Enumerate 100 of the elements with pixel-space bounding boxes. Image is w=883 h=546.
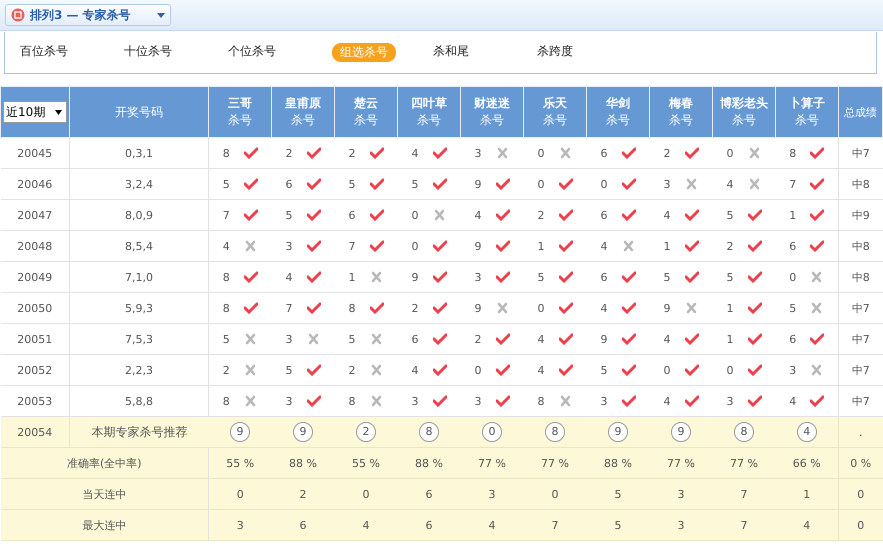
page-title: 排列3 — 专家杀号 xyxy=(30,6,131,24)
kill-number: 6 xyxy=(348,208,356,222)
stat-value: 77 % xyxy=(730,456,758,470)
row-label: 本期专家杀号推荐 xyxy=(91,424,188,438)
kill-number: 9 xyxy=(600,332,608,346)
total-score: 中7 xyxy=(852,394,870,408)
recommended-number: 2 xyxy=(356,422,376,442)
kill-number: 4 xyxy=(538,364,544,376)
kill-number: 6 xyxy=(789,332,796,346)
expert-name: 财迷迷 xyxy=(473,95,511,112)
kill-number: 5 xyxy=(348,178,356,190)
expert-name: 华剑 xyxy=(605,95,631,112)
expert-name: 楚云 xyxy=(353,95,379,112)
stat-value: 6 xyxy=(426,488,432,500)
kill-number: 0 xyxy=(474,364,482,376)
stat-value: 0 xyxy=(236,488,244,500)
kill-number: 4 xyxy=(664,332,670,346)
column-header: 总成绩 xyxy=(844,106,877,118)
kill-number: 8 xyxy=(348,302,356,314)
kill-number: 0 xyxy=(726,364,734,376)
column-subheader: 杀号 xyxy=(227,112,253,129)
kill-number: 0 xyxy=(538,302,544,314)
recommended-number: 8 xyxy=(545,422,565,442)
kill-number: 3 xyxy=(600,394,608,408)
column-subheader: 杀号 xyxy=(416,112,442,129)
period-cell: 20054 xyxy=(17,426,52,438)
title-dropdown[interactable]: 排列3 — 专家杀号 xyxy=(5,4,171,26)
kill-number: 7 xyxy=(348,240,356,252)
kill-number: 5 xyxy=(726,270,734,284)
kill-number: 8 xyxy=(222,270,230,284)
kill-number: 2 xyxy=(348,364,356,376)
stat-value: 1 xyxy=(803,488,810,500)
column-subheader: 杀号 xyxy=(794,112,820,129)
kill-number: 5 xyxy=(348,332,356,346)
kill-number: 5 xyxy=(412,178,418,190)
kill-number: 2 xyxy=(664,146,670,160)
draw-number: 2,2,3 xyxy=(125,364,153,376)
total-score: 中9 xyxy=(852,208,870,222)
kill-number: 5 xyxy=(600,364,608,376)
kill-number: 3 xyxy=(286,394,292,408)
kill-number: 5 xyxy=(726,208,734,222)
stat-value: 0 xyxy=(362,488,370,500)
kill-number: 4 xyxy=(474,208,482,222)
kill-number: 4 xyxy=(664,394,670,408)
period-cell: 20050 xyxy=(17,302,52,314)
stat-value: 3 xyxy=(678,488,684,500)
lottery-icon xyxy=(11,8,25,22)
stat-value: 55 % xyxy=(226,456,254,470)
draw-number: 7,1,0 xyxy=(125,270,153,284)
kill-number: 1 xyxy=(726,332,734,346)
stat-value: 7 xyxy=(740,518,748,532)
total-score: 中8 xyxy=(852,270,870,284)
kill-number: 8 xyxy=(222,146,230,160)
kill-number: 3 xyxy=(474,270,482,284)
draw-number: 7,5,3 xyxy=(125,332,153,346)
draw-number: 8,0,9 xyxy=(125,208,153,222)
kill-number: 8 xyxy=(222,394,230,408)
period-cell: 20052 xyxy=(17,364,52,376)
kill-number: 3 xyxy=(474,146,482,160)
recommended-number: 4 xyxy=(796,422,817,442)
kill-number: 1 xyxy=(726,302,734,314)
kill-number: 7 xyxy=(222,208,230,222)
column-subheader: 杀号 xyxy=(668,112,694,129)
draw-number: 8,5,4 xyxy=(125,240,153,252)
kill-number: 9 xyxy=(664,302,670,314)
kill-number: 3 xyxy=(286,332,292,346)
period-cell: 20053 xyxy=(17,394,52,408)
kill-number: 0 xyxy=(412,208,418,222)
tab[interactable]: 杀跨度 xyxy=(537,43,641,62)
total-score: 中7 xyxy=(852,332,870,346)
kill-number: 4 xyxy=(789,394,796,408)
row-label: 最大连中 xyxy=(82,518,126,532)
kill-number: 2 xyxy=(286,146,292,160)
stat-value: 6 xyxy=(426,518,432,532)
tab[interactable]: 杀和尾 xyxy=(433,43,537,62)
kill-number: 2 xyxy=(222,364,230,376)
recommended-number: 8 xyxy=(734,422,754,442)
total-score: . xyxy=(859,426,862,438)
kill-number: 7 xyxy=(286,302,292,314)
kill-number: 4 xyxy=(726,178,734,190)
stat-value: 77 % xyxy=(478,456,506,470)
period-select[interactable]: 近10期 xyxy=(3,101,67,123)
column-subheader: 杀号 xyxy=(605,112,631,129)
kill-number: 2 xyxy=(348,146,356,160)
row-label: 当天连中 xyxy=(82,488,126,500)
column-subheader: 杀号 xyxy=(353,112,379,129)
kill-number: 2 xyxy=(412,302,418,314)
kill-number: 3 xyxy=(286,240,292,252)
kill-number: 4 xyxy=(600,302,608,314)
recommended-number: 9 xyxy=(671,422,691,442)
kill-number: 0 xyxy=(664,364,670,376)
kill-number: 3 xyxy=(412,394,418,408)
tab[interactable]: 十位杀号 xyxy=(124,43,228,62)
stat-value: 5 xyxy=(614,488,622,500)
tab[interactable]: 个位杀号 xyxy=(228,43,332,62)
kill-number: 5 xyxy=(222,332,230,346)
kill-number: 0 xyxy=(789,270,796,284)
kill-number: 5 xyxy=(222,178,230,190)
stat-value: 66 % xyxy=(792,456,821,470)
tab[interactable]: 百位杀号 xyxy=(20,43,124,62)
